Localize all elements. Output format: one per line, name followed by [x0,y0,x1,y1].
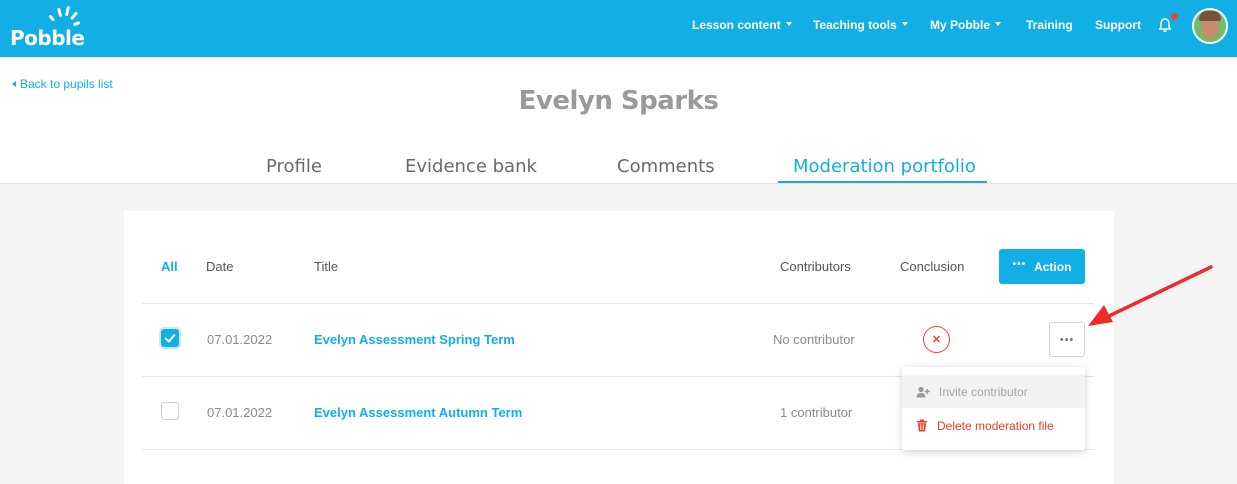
nav-training-label: Training [1026,18,1073,32]
row-checkbox[interactable] [161,329,179,347]
tab-evidence-bank[interactable]: Evidence bank [405,156,537,177]
more-dots-icon: ••• [1012,259,1027,270]
nav-my-pobble[interactable]: My Pobble [930,0,1002,50]
tab-comments[interactable]: Comments [617,156,715,177]
active-tab-indicator [778,181,987,183]
row-title-link[interactable]: Evelyn Assessment Spring Term [314,332,515,347]
pobble-logo[interactable]: Pobble [10,6,90,51]
menu-item-invite-contributor[interactable]: Invite contributor [902,375,1085,408]
tab-moderation-portfolio[interactable]: Moderation portfolio [793,156,976,177]
add-user-icon [916,386,930,397]
row-more-options-button[interactable]: ••• [1049,322,1085,357]
chevron-down-icon [901,22,908,26]
nav-support[interactable]: Support [1095,0,1141,50]
nav-teaching-tools[interactable]: Teaching tools [813,0,908,50]
top-navigation-bar: Pobble Lesson content Teaching tools My … [0,0,1237,57]
nav-teaching-tools-label: Teaching tools [813,18,897,32]
annotation-arrow-icon [1088,265,1213,326]
bell-icon[interactable] [1157,17,1173,33]
menu-item-delete-label: Delete moderation file [937,418,1054,433]
nav-support-label: Support [1095,18,1141,32]
chevron-down-icon [785,22,792,26]
conclusion-negative-icon: ✕ [923,326,950,353]
nav-training[interactable]: Training [1026,0,1073,50]
menu-item-delete-moderation-file[interactable]: Delete moderation file [902,409,1085,442]
logo-rays-icon [48,6,81,26]
row-contributors: 1 contributor [780,405,853,420]
nav-lesson-content[interactable]: Lesson content [692,0,792,50]
filter-all[interactable]: All [161,259,178,274]
user-avatar[interactable] [1192,8,1228,44]
row-title-link[interactable]: Evelyn Assessment Autumn Term [314,405,522,420]
row-date: 07.01.2022 [207,405,273,420]
row-checkbox[interactable] [161,402,179,420]
action-button-label: Action [1034,259,1072,274]
row-actions-dropdown: Invite contributor Delete moderation fil… [902,367,1085,450]
column-header-conclusion: Conclusion [900,259,965,274]
checkmark-icon [164,331,176,343]
avatar-hair [1199,11,1221,21]
nav-lesson-content-label: Lesson content [692,18,781,32]
table-divider [142,303,1094,304]
row-date: 07.01.2022 [207,332,273,347]
tab-profile[interactable]: Profile [266,156,322,177]
chevron-down-icon [995,22,1002,26]
pupil-name-title: Evelyn Sparks [518,86,719,116]
logo-wordmark: Pobble [10,26,85,50]
menu-item-invite-label: Invite contributor [939,384,1028,399]
column-header-title: Title [314,259,339,274]
notification-dot [1171,13,1178,20]
action-button[interactable]: ••• Action [999,249,1085,284]
row-contributors: No contributor [773,332,855,347]
column-header-contributors: Contributors [780,259,851,274]
nav-my-pobble-label: My Pobble [930,18,991,32]
trash-icon [917,419,927,432]
column-header-date: Date [206,259,234,274]
